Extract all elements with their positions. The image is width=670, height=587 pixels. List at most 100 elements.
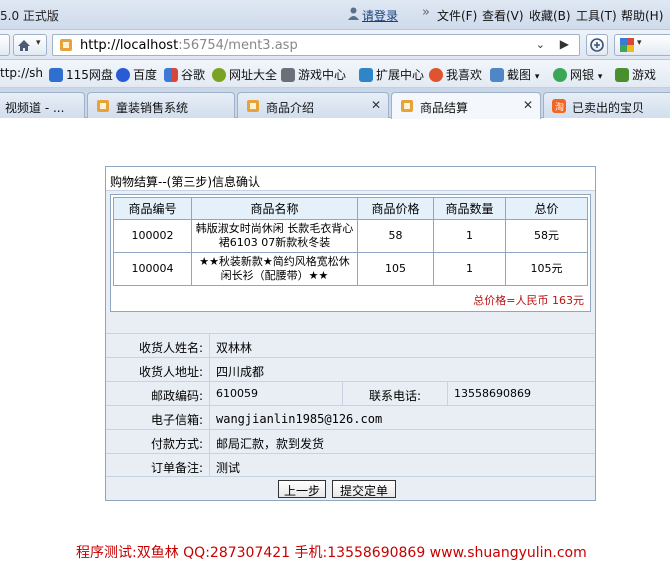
checkout-panel: 购物结算--(第三步)信息确认 商品编号 商品名称 商品价格 商品数量 总价 1… bbox=[105, 166, 596, 501]
shield-icon bbox=[590, 38, 604, 52]
note-label: 订单备注: bbox=[106, 454, 210, 477]
favorite-item[interactable]: 游戏 bbox=[615, 66, 656, 83]
submit-order-button[interactable]: 提交定单 bbox=[332, 480, 396, 498]
tab-sold-items[interactable]: 淘 已卖出的宝贝 bbox=[543, 92, 670, 118]
address-bar[interactable]: http://localhost:56754/ment3.asp ⌄ ▶ bbox=[52, 34, 580, 56]
favorite-item[interactable]: 网址大全 bbox=[212, 66, 277, 83]
scissors-icon bbox=[490, 68, 504, 82]
site-icon bbox=[247, 100, 259, 112]
favorite-label: 谷歌 bbox=[181, 68, 206, 82]
prev-step-button[interactable]: 上一步 bbox=[278, 480, 326, 498]
bank-icon bbox=[553, 68, 567, 82]
paw-icon bbox=[116, 68, 130, 82]
svg-text:淘: 淘 bbox=[555, 101, 564, 113]
column-header: 商品数量 bbox=[433, 197, 506, 220]
tab-label: 视频道 - ... bbox=[5, 101, 65, 115]
table-header-row: 商品编号 商品名称 商品价格 商品数量 总价 bbox=[113, 197, 588, 220]
product-id: 100004 bbox=[113, 252, 192, 286]
page-title: 购物结算--(第三步)信息确认 bbox=[106, 167, 595, 191]
tab-kids-clothing[interactable]: 童装销售系统 bbox=[87, 92, 235, 118]
zip-value: 610059 bbox=[216, 387, 258, 400]
menu-favorites[interactable]: 收藏(B) bbox=[529, 7, 571, 24]
user-icon bbox=[348, 7, 359, 20]
cloud-drive-icon bbox=[49, 68, 63, 82]
favorite-item[interactable]: 游戏中心 bbox=[281, 66, 346, 83]
receiver-address-row: 收货人地址: 四川成都 bbox=[106, 357, 595, 381]
window-title: 5.0 正式版 bbox=[0, 9, 59, 23]
zip-label: 邮政编码: bbox=[106, 382, 210, 405]
column-header: 总价 bbox=[505, 197, 588, 220]
phone-label: 联系电话: bbox=[342, 382, 448, 405]
note-value: 测试 bbox=[216, 461, 241, 475]
url-host: http://localhost bbox=[80, 38, 179, 53]
google-icon bbox=[620, 38, 634, 52]
puzzle-icon bbox=[359, 68, 373, 82]
cart-table: 商品编号 商品名称 商品价格 商品数量 总价 100002 韩版淑女时尚休闲 长… bbox=[113, 197, 588, 286]
favorite-label: 网址大全 bbox=[229, 68, 278, 82]
menu-file[interactable]: 文件(F) bbox=[437, 7, 477, 24]
menu-help[interactable]: 帮助(H) bbox=[621, 7, 663, 24]
receiver-address-label: 收货人地址: bbox=[106, 358, 210, 381]
title-bar: 5.0 正式版 请登录 » 文件(F) 查看(V) 收藏(B) 工具(T) 帮助… bbox=[0, 0, 670, 30]
tab-bar: 视频道 - ... 童装销售系统 商品介绍 ✕ 商品结算 ✕ 淘 已卖出的宝贝 bbox=[0, 88, 670, 119]
tab-checkout[interactable]: 商品结算 ✕ bbox=[391, 92, 541, 119]
close-icon[interactable]: ✕ bbox=[523, 98, 533, 112]
login-link[interactable]: 请登录 bbox=[362, 7, 398, 24]
receiver-name-row: 收货人姓名: 双林林 bbox=[106, 333, 595, 357]
close-icon[interactable]: ✕ bbox=[371, 98, 381, 112]
favorite-item[interactable]: 网银 ▾ bbox=[553, 66, 602, 83]
note-row: 订单备注: 测试 bbox=[106, 453, 595, 477]
double-chevron-icon[interactable]: » bbox=[422, 5, 430, 20]
table-row: 100004 ★★秋装新款★简约风格宽松休闲长衫（配腰带）★★ 105 1 10… bbox=[113, 252, 588, 286]
google-icon bbox=[164, 68, 178, 82]
site-icon bbox=[401, 100, 413, 112]
security-button[interactable] bbox=[586, 34, 608, 56]
cart-box: 商品编号 商品名称 商品价格 商品数量 总价 100002 韩版淑女时尚休闲 长… bbox=[110, 194, 591, 312]
receiver-name-value: 双林林 bbox=[216, 341, 253, 355]
favorite-item[interactable]: 谷歌 bbox=[164, 66, 205, 83]
button-row: 上一步 提交定单 bbox=[106, 476, 595, 500]
tab-label: 已卖出的宝贝 bbox=[572, 101, 645, 115]
favorite-label: 我喜欢 bbox=[446, 68, 483, 82]
favorite-item[interactable]: 截图 ▾ bbox=[490, 66, 539, 83]
product-name: 韩版淑女时尚休闲 长款毛衣背心裙6103 07新款秋冬装 bbox=[191, 219, 358, 253]
home-button[interactable]: ▾ bbox=[13, 34, 47, 56]
chevron-down-icon: ▾ bbox=[637, 38, 642, 48]
payment-label: 付款方式: bbox=[106, 430, 210, 453]
product-price: 105 bbox=[357, 252, 434, 286]
favorite-item[interactable]: 扩展中心 bbox=[359, 66, 424, 83]
favorite-label: 网银 bbox=[570, 68, 595, 82]
column-header: 商品价格 bbox=[357, 197, 434, 220]
product-total: 105元 bbox=[505, 252, 588, 286]
favorite-item[interactable]: 百度 bbox=[116, 66, 157, 83]
tab-product-intro[interactable]: 商品介绍 ✕ bbox=[237, 92, 389, 118]
chevron-down-icon: ▾ bbox=[597, 72, 603, 82]
favorite-item[interactable]: ttp://sh bbox=[0, 66, 43, 80]
url-dropdown-icon[interactable]: ⌄ bbox=[536, 38, 545, 51]
product-total: 58元 bbox=[505, 219, 588, 253]
favorite-item[interactable]: 我喜欢 bbox=[429, 66, 482, 83]
favorite-label: 扩展中心 bbox=[376, 68, 425, 82]
payment-value: 邮局汇款，款到发货 bbox=[216, 437, 325, 451]
tab-video[interactable]: 视频道 - ... bbox=[0, 92, 85, 118]
url-path: :56754/ment3.asp bbox=[178, 38, 298, 53]
back-button[interactable] bbox=[0, 34, 10, 56]
favorite-label: 115网盘 bbox=[66, 68, 113, 82]
product-name: ★★秋装新款★简约风格宽松休闲长衫（配腰带）★★ bbox=[191, 252, 358, 286]
email-label: 电子信箱: bbox=[106, 406, 210, 429]
chevron-down-icon: ▾ bbox=[534, 72, 540, 82]
menu-tools[interactable]: 工具(T) bbox=[576, 7, 617, 24]
product-quantity: 1 bbox=[433, 252, 506, 286]
home-icon bbox=[18, 40, 30, 51]
chevron-down-icon: ▾ bbox=[36, 38, 41, 48]
gamepad-icon bbox=[281, 68, 295, 82]
favorite-item[interactable]: 115网盘 bbox=[49, 66, 113, 83]
zip-phone-row: 邮政编码: 610059 联系电话: 13558690869 bbox=[106, 381, 595, 405]
payment-row: 付款方式: 邮局汇款，款到发货 bbox=[106, 429, 595, 453]
menu-view[interactable]: 查看(V) bbox=[482, 7, 524, 24]
gamepad-icon bbox=[615, 68, 629, 82]
favorites-bar: ttp://sh 115网盘 百度 谷歌 网址大全 游戏中心 扩展中心 我喜欢 … bbox=[0, 60, 670, 88]
search-engine-button[interactable]: ▾ bbox=[614, 34, 670, 56]
web-directory-icon bbox=[212, 68, 226, 82]
go-icon[interactable]: ▶ bbox=[560, 37, 569, 51]
